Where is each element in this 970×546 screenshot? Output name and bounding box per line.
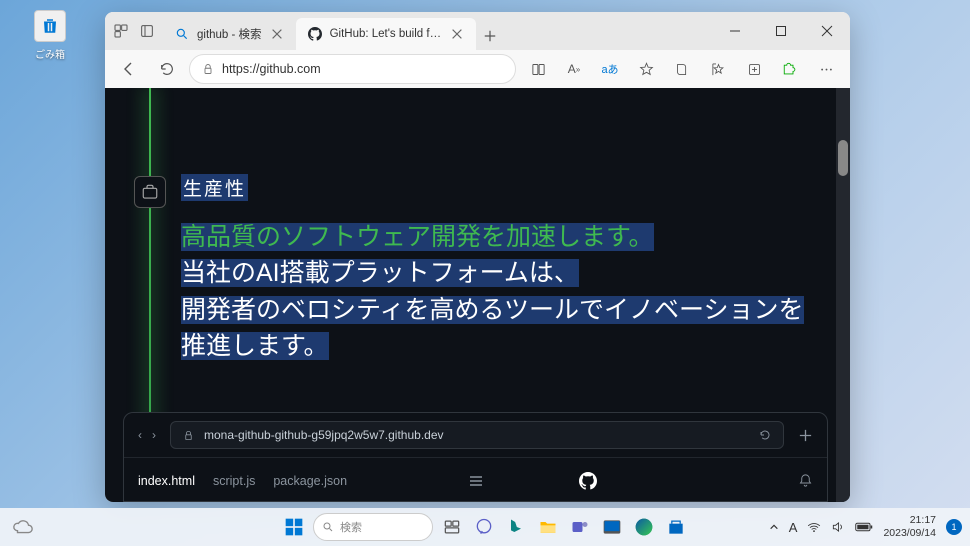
minimize-button[interactable]: [712, 15, 758, 47]
editor-tab-package[interactable]: package.json: [273, 474, 347, 488]
extensions-icon[interactable]: [774, 53, 806, 85]
ime-mode[interactable]: A: [789, 520, 798, 535]
reading-list-icon[interactable]: [666, 53, 698, 85]
edge-icon[interactable]: [631, 514, 657, 540]
taskbar-search[interactable]: 検索: [313, 513, 433, 541]
bing-favicon-icon: [175, 27, 189, 41]
translate-icon[interactable]: aあ: [594, 53, 626, 85]
codespace-url: mona-github-github-g59jpq2w5w7.github.de…: [204, 428, 444, 442]
explorer-icon[interactable]: [535, 514, 561, 540]
menu-icon[interactable]: [468, 473, 484, 489]
github-mark-icon[interactable]: [579, 472, 597, 490]
workspace-icon[interactable]: [113, 23, 129, 39]
recycle-bin[interactable]: ごみ箱: [25, 10, 75, 61]
favorites-bar-icon[interactable]: [702, 53, 734, 85]
github-favicon-icon: [308, 27, 322, 41]
codespace-forward-icon[interactable]: ›: [152, 428, 156, 442]
taskbar: 検索 A 21:17 2023/09/14 1: [0, 508, 970, 546]
codespace-add-button[interactable]: [798, 428, 813, 443]
notification-badge[interactable]: 1: [946, 519, 962, 535]
codespace-panel: ‹ › mona-github-github-g59jpq2w5w7.githu…: [123, 412, 828, 502]
editor-tab-index[interactable]: index.html: [138, 474, 195, 488]
clock-date: 2023/09/14: [883, 527, 936, 540]
store-icon[interactable]: [663, 514, 689, 540]
more-icon[interactable]: [810, 53, 842, 85]
tab-search[interactable]: github - 検索: [163, 18, 296, 50]
toolbar: https://github.com A» aあ: [105, 50, 850, 88]
titlebar: github - 検索 GitHub: Let's build from her…: [105, 12, 850, 50]
chat-icon[interactable]: [471, 514, 497, 540]
maximize-button[interactable]: [758, 15, 804, 47]
back-button[interactable]: [113, 53, 145, 85]
refresh-button[interactable]: [151, 53, 183, 85]
clock-time: 21:17: [883, 514, 936, 527]
headline-green: 高品質のソフトウェア開発を加速します。: [181, 223, 654, 251]
task-view-icon[interactable]: [439, 514, 465, 540]
address-bar[interactable]: https://github.com: [189, 54, 516, 84]
split-screen-icon[interactable]: [522, 53, 554, 85]
collections-icon[interactable]: [738, 53, 770, 85]
section-badge: 生産性: [181, 174, 248, 201]
start-button[interactable]: [281, 514, 307, 540]
search-icon: [322, 521, 334, 533]
close-icon[interactable]: [270, 27, 284, 41]
clock[interactable]: 21:17 2023/09/14: [883, 514, 936, 539]
tab-label: GitHub: Let's build from here · Gi...: [330, 28, 442, 40]
headline-white-2: 開発者のベロシティを高めるツールでイノベーションを推進します。: [181, 296, 804, 360]
text-size-icon[interactable]: A»: [558, 53, 590, 85]
recycle-bin-icon: [34, 10, 66, 42]
tray-volume-icon[interactable]: [831, 520, 845, 534]
bing-icon[interactable]: [503, 514, 529, 540]
weather-widget[interactable]: [10, 514, 36, 540]
editor-tab-script[interactable]: script.js: [213, 474, 255, 488]
bell-icon[interactable]: [798, 473, 813, 488]
tray-chevron-icon[interactable]: [769, 522, 779, 532]
settings-icon[interactable]: [599, 514, 625, 540]
lock-icon: [183, 430, 194, 441]
url-text: https://github.com: [222, 62, 321, 76]
page-content: 生産性 高品質のソフトウェア開発を加速します。 当社のAI搭載プラットフォームは…: [105, 88, 850, 502]
favorite-icon[interactable]: [630, 53, 662, 85]
tab-actions-icon[interactable]: [139, 23, 155, 39]
briefcase-icon: [134, 176, 166, 208]
edge-window: github - 検索 GitHub: Let's build from her…: [105, 12, 850, 502]
refresh-icon[interactable]: [759, 429, 771, 441]
tab-github[interactable]: GitHub: Let's build from here · Gi...: [296, 18, 476, 50]
codespace-back-icon[interactable]: ‹: [138, 428, 142, 442]
search-placeholder: 検索: [340, 519, 362, 535]
recycle-bin-label: ごみ箱: [25, 46, 75, 61]
scrollbar[interactable]: [836, 88, 850, 502]
tray-battery-icon[interactable]: [855, 521, 873, 533]
scrollthumb[interactable]: [838, 140, 848, 176]
tray-network-icon[interactable]: [807, 520, 821, 534]
codespace-url-bar[interactable]: mona-github-github-g59jpq2w5w7.github.de…: [170, 421, 784, 449]
headline: 高品質のソフトウェア開発を加速します。 当社のAI搭載プラットフォームは、 開発…: [181, 219, 810, 364]
teams-icon[interactable]: [567, 514, 593, 540]
new-tab-button[interactable]: [476, 22, 504, 50]
headline-white-1: 当社のAI搭載プラットフォームは、: [181, 259, 579, 287]
close-window-button[interactable]: [804, 15, 850, 47]
lock-icon: [202, 63, 214, 75]
close-icon[interactable]: [450, 27, 464, 41]
tab-label: github - 検索: [197, 26, 262, 42]
